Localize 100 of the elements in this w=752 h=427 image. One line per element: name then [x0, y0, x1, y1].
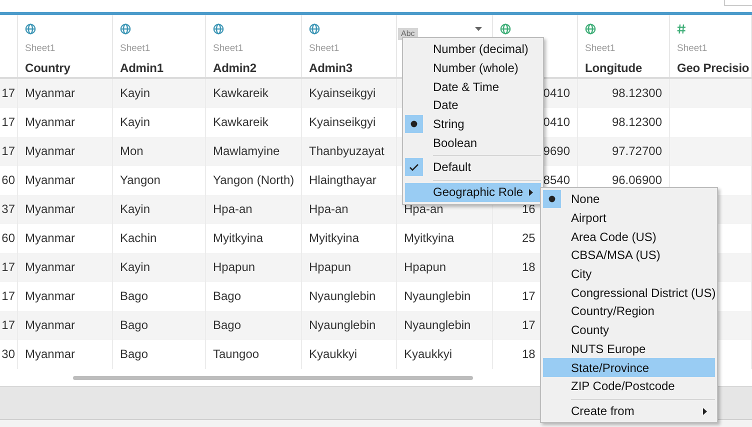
- table-cell: Kawkareik: [213, 114, 268, 128]
- table-cell: Myanmar: [25, 318, 76, 332]
- table-cell: Kayin: [120, 202, 150, 216]
- menu-item[interactable]: ZIP Code/Postcode: [543, 376, 715, 396]
- table-cell-text: 25: [522, 230, 536, 244]
- table-cell: 17: [2, 144, 15, 158]
- table-cell-text: 17: [522, 288, 536, 302]
- table-cell: Kayin: [120, 260, 150, 274]
- menu-item[interactable]: None: [543, 190, 715, 209]
- table-cell: 96.06900: [612, 172, 662, 186]
- table-cell: Hpapun: [309, 260, 352, 274]
- table-cell: 17: [2, 86, 15, 100]
- source-label: Sheet1: [677, 43, 708, 54]
- table-cell: Bago: [120, 318, 148, 332]
- table-cell: Myanmar: [25, 288, 76, 302]
- column-header[interactable]: Longitude: [585, 61, 642, 75]
- globe-icon: [213, 23, 224, 35]
- table-cell: Kayin: [120, 86, 150, 100]
- table-cell: Hlaingthayar: [309, 172, 376, 186]
- table-cell: Nyaunglebin: [404, 318, 471, 332]
- menu-item[interactable]: NUTS Europe: [543, 340, 715, 358]
- globe-icon: [500, 23, 511, 35]
- table-cell: Mon: [120, 144, 144, 158]
- table-cell: Myitkyina: [213, 230, 264, 244]
- table-cell: Kayin: [120, 114, 150, 128]
- table-cell: Yangon: [120, 172, 160, 186]
- menu-item[interactable]: Default: [405, 158, 541, 177]
- hash-icon: [677, 23, 686, 35]
- table-cell: Kyainseikgyi: [309, 114, 376, 128]
- caret-icon[interactable]: [475, 27, 482, 31]
- table-cell-text: 8540: [542, 172, 570, 186]
- table-cell-text: 0410: [542, 86, 570, 100]
- scrollbar-thumb[interactable]: [73, 376, 473, 380]
- column-header[interactable]: Admin2: [213, 61, 256, 75]
- table-cell: Kyaukkyi: [404, 346, 452, 360]
- table-cell: 17: [2, 114, 15, 128]
- table-cell-text: 16: [522, 202, 536, 216]
- table-cell: 30: [2, 346, 15, 360]
- table-cell: Yangon (North): [213, 172, 294, 186]
- menu-item[interactable]: State/Province: [543, 358, 715, 377]
- table-cell: Hpapun: [404, 260, 446, 274]
- table-cell: Mawlamyine: [213, 144, 280, 158]
- table-cell: Myitkyina: [309, 230, 360, 244]
- table-cell: Kyaukkyi: [309, 346, 358, 360]
- table-cell: Thanbyuzayat: [309, 144, 384, 158]
- table-cell: Bago: [213, 318, 242, 332]
- menu-item[interactable]: Country/Region: [543, 302, 715, 321]
- table-cell: 17: [2, 260, 15, 274]
- column-header[interactable]: Admin3: [309, 61, 352, 75]
- globe-icon: [585, 23, 596, 35]
- table-cell: Nyaunglebin: [309, 318, 376, 332]
- menu-item[interactable]: Area Code (US): [543, 227, 715, 246]
- menu-item[interactable]: Airport: [543, 208, 715, 228]
- table-cell: Hpapun: [213, 260, 256, 274]
- table-cell: Nyaunglebin: [404, 288, 471, 302]
- table-cell: Myanmar: [25, 114, 76, 128]
- table-cell: 98.12300: [612, 114, 662, 128]
- table-cell: Bago: [120, 346, 148, 360]
- table-cell: Hpa-an: [309, 202, 348, 216]
- menu-item[interactable]: Geographic Role: [405, 182, 541, 202]
- table-cell-text: 9690: [542, 144, 570, 158]
- menu-item[interactable]: Number (decimal): [405, 40, 541, 59]
- table-cell: 17: [2, 288, 15, 302]
- menu-item[interactable]: City: [543, 264, 715, 284]
- table-cell: 60: [2, 230, 15, 244]
- column-header[interactable]: Country: [25, 61, 70, 75]
- globe-icon: [25, 23, 36, 35]
- table-cell: Kyainseikgyi: [309, 86, 376, 100]
- table-cell: Bago: [213, 288, 242, 302]
- table-cell: Kawkareik: [213, 86, 268, 100]
- table-cell-text: 18: [522, 260, 536, 274]
- menu-item[interactable]: Number (whole): [405, 58, 541, 78]
- menu-item[interactable]: CBSA/MSA (US): [543, 246, 715, 265]
- table-cell: Myanmar: [25, 172, 76, 186]
- menu-item[interactable]: Date: [405, 96, 541, 115]
- column-header[interactable]: Geo Precisio: [677, 61, 750, 75]
- menu-item[interactable]: Create from: [543, 402, 715, 420]
- table-cell: Nyaunglebin: [309, 288, 376, 302]
- table-cell: 17: [2, 318, 15, 332]
- source-label: Sheet1: [25, 43, 56, 54]
- source-label: Sheet1: [120, 43, 150, 54]
- menu-item[interactable]: Boolean: [405, 133, 541, 152]
- menu-item[interactable]: Congressional District (US): [543, 283, 715, 302]
- column-header[interactable]: Admin1: [120, 61, 164, 75]
- menu-item[interactable]: Date & Time: [405, 77, 541, 96]
- table-cell: 60: [2, 172, 15, 186]
- table-cell: Myitkyina: [404, 230, 454, 244]
- source-label: Sheet1: [585, 43, 616, 54]
- menu-item[interactable]: County: [543, 320, 715, 340]
- table-cell: Hpa-an: [404, 202, 444, 216]
- table-cell: Bago: [120, 288, 148, 302]
- submenu-arrow-icon: [703, 408, 707, 415]
- table-cell: 97.72700: [612, 144, 662, 158]
- globe-icon: [309, 23, 320, 35]
- table-cell-text: 18: [522, 346, 536, 360]
- table-cell: Myanmar: [25, 260, 76, 274]
- menu-item[interactable]: String: [405, 114, 541, 134]
- table-cell: Taungoo: [213, 346, 260, 360]
- table-cell-text: 0410: [542, 114, 570, 128]
- table-cell-text: 17: [522, 318, 536, 332]
